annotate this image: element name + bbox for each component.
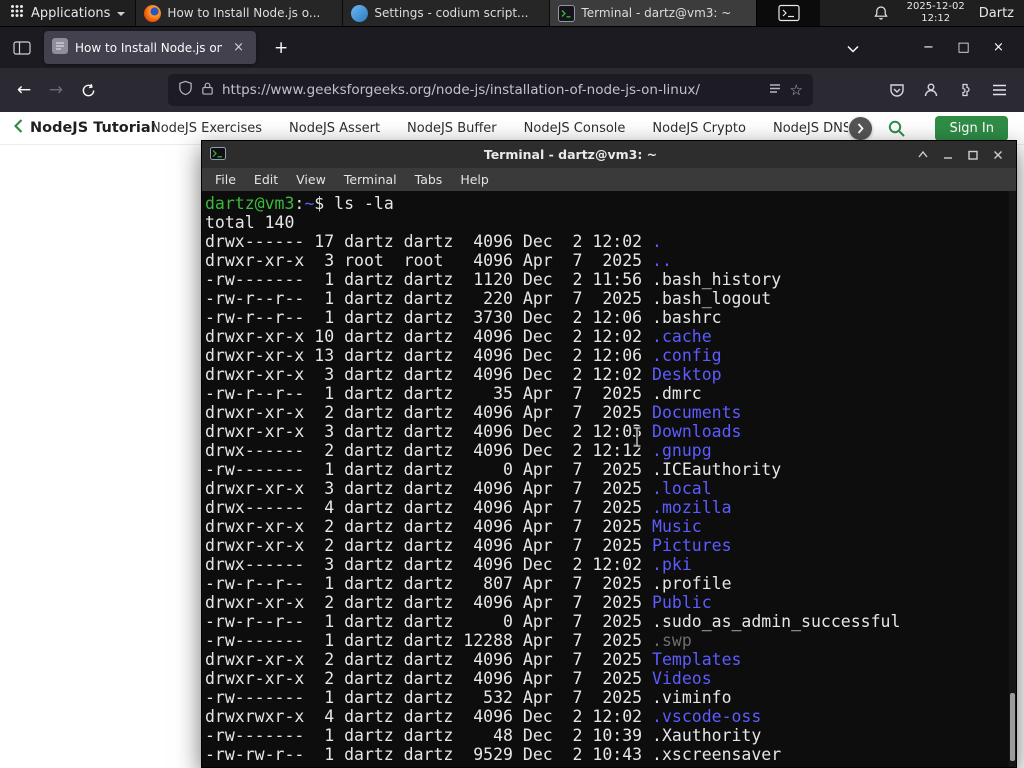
taskbar-item-label: Settings - codium script... bbox=[374, 6, 529, 20]
terminal-shade-button[interactable] bbox=[915, 147, 931, 163]
terminal-menu-view[interactable]: View bbox=[287, 172, 335, 187]
site-nav-link[interactable]: NodeJS Crypto bbox=[652, 121, 746, 136]
menu-hamburger-icon[interactable] bbox=[982, 74, 1016, 106]
clock-date: 2025-12-02 bbox=[906, 1, 965, 12]
tracking-shield-icon[interactable] bbox=[178, 80, 193, 100]
terminal-window: Terminal - dartz@vm3: ~ File Edit View T… bbox=[201, 140, 1017, 768]
terminal-minimize-button[interactable] bbox=[940, 147, 956, 163]
chevron-right-button[interactable] bbox=[849, 117, 872, 140]
tab-favicon bbox=[52, 38, 68, 57]
terminal-output: dartz@vm3:~$ ls -la total 140 drwx------… bbox=[205, 194, 901, 764]
clock[interactable]: 2025-12-02 12:12 bbox=[899, 0, 973, 26]
taskbar-item-codium[interactable]: Settings - codium script... bbox=[342, 0, 550, 26]
tray-app-icon[interactable] bbox=[756, 0, 821, 26]
site-nav-link[interactable]: NodeJS Assert bbox=[289, 121, 380, 136]
top-panel: Applications How to Install Node.js o...… bbox=[0, 0, 1024, 27]
back-button[interactable]: ← bbox=[8, 74, 40, 106]
terminal-window-controls bbox=[915, 147, 1006, 163]
terminal-menu-bar: File Edit View Terminal Tabs Help bbox=[202, 168, 1016, 191]
clock-time: 12:12 bbox=[921, 13, 951, 24]
terminal-window-icon bbox=[210, 145, 226, 164]
reload-button[interactable] bbox=[72, 74, 104, 106]
notification-bell-icon[interactable] bbox=[863, 0, 899, 26]
terminal-close-button[interactable] bbox=[990, 147, 1006, 163]
terminal-menu-terminal[interactable]: Terminal bbox=[335, 172, 406, 187]
browser-tab[interactable]: How to Install Node.js on × bbox=[44, 31, 256, 64]
terminal-menu-help[interactable]: Help bbox=[451, 172, 498, 187]
applications-grid-icon bbox=[10, 4, 24, 22]
site-nav-link[interactable]: NodeJS Buffer bbox=[407, 121, 497, 136]
caret-down-icon bbox=[117, 12, 126, 16]
url-text[interactable]: https://www.geeksforgeeks.org/node-js/in… bbox=[222, 82, 760, 98]
tab-close-icon[interactable]: × bbox=[229, 40, 248, 55]
site-nav-link[interactable]: NodeJS DNS bbox=[773, 121, 848, 136]
url-bar[interactable]: https://www.geeksforgeeks.org/node-js/in… bbox=[168, 74, 813, 106]
firefox-icon bbox=[144, 4, 162, 22]
forward-button[interactable]: → bbox=[40, 74, 72, 106]
terminal-maximize-button[interactable] bbox=[965, 147, 981, 163]
taskbar-item-label: How to Install Node.js o... bbox=[167, 6, 321, 20]
taskbar-item-terminal[interactable]: Terminal - dartz@vm3: ~ bbox=[549, 0, 757, 26]
codium-icon bbox=[351, 4, 369, 22]
reader-mode-icon[interactable] bbox=[768, 81, 782, 100]
site-nav-brand[interactable]: NodeJS Tutorial bbox=[13, 112, 156, 144]
taskbar-item-label: Terminal - dartz@vm3: ~ bbox=[581, 6, 732, 20]
account-icon[interactable] bbox=[914, 74, 948, 106]
terminal-scrollbar-track[interactable] bbox=[1009, 191, 1016, 767]
extensions-icon[interactable] bbox=[948, 74, 982, 106]
terminal-menu-edit[interactable]: Edit bbox=[245, 172, 287, 187]
bookmark-star-icon[interactable]: ☆ bbox=[790, 82, 803, 98]
terminal-menu-file[interactable]: File bbox=[206, 172, 245, 187]
toolbar-right-icons bbox=[880, 74, 1016, 106]
taskbar-item-browser[interactable]: How to Install Node.js o... bbox=[135, 0, 343, 26]
site-nav-link[interactable]: NodeJS Console bbox=[524, 121, 626, 136]
user-name: Dartz bbox=[978, 5, 1014, 21]
terminal-title-bar[interactable]: Terminal - dartz@vm3: ~ bbox=[202, 141, 1016, 168]
site-nav-link[interactable]: NodeJS Exercises bbox=[151, 121, 262, 136]
applications-menu-button[interactable]: Applications bbox=[0, 0, 135, 26]
search-icon[interactable] bbox=[887, 119, 906, 142]
terminal-scrollbar-thumb[interactable] bbox=[1010, 693, 1015, 761]
chevron-left-icon[interactable] bbox=[13, 119, 23, 137]
terminal-body[interactable]: dartz@vm3:~$ ls -la total 140 drwx------… bbox=[202, 191, 1016, 767]
pocket-icon[interactable] bbox=[880, 74, 914, 106]
panel-spacer bbox=[820, 0, 862, 26]
terminal-title: Terminal - dartz@vm3: ~ bbox=[483, 147, 658, 162]
applications-label: Applications bbox=[31, 5, 111, 21]
site-nav-brand-label: NodeJS Tutorial bbox=[30, 120, 156, 136]
browser-maximize-button[interactable]: □ bbox=[946, 40, 981, 55]
browser-close-button[interactable]: × bbox=[981, 40, 1016, 55]
firefox-view-icon[interactable] bbox=[8, 35, 36, 61]
new-tab-button[interactable]: + bbox=[266, 36, 296, 60]
sign-in-button[interactable]: Sign In bbox=[935, 116, 1008, 141]
text-cursor-pointer bbox=[630, 426, 644, 452]
browser-toolbar: ← → https://www.geeksforgeeks.org/node-j… bbox=[0, 68, 1024, 112]
lock-icon[interactable] bbox=[201, 81, 214, 100]
list-all-tabs-icon[interactable] bbox=[839, 34, 867, 61]
browser-minimize-button[interactable]: − bbox=[911, 40, 946, 55]
terminal-icon bbox=[558, 4, 576, 22]
terminal-menu-tabs[interactable]: Tabs bbox=[406, 172, 452, 187]
tray-terminal-icon bbox=[778, 4, 800, 22]
browser-tab-bar: How to Install Node.js on × + − □ × bbox=[0, 27, 1024, 68]
tab-title: How to Install Node.js on bbox=[75, 40, 223, 55]
tabbar-controls: − □ × bbox=[839, 34, 1016, 61]
